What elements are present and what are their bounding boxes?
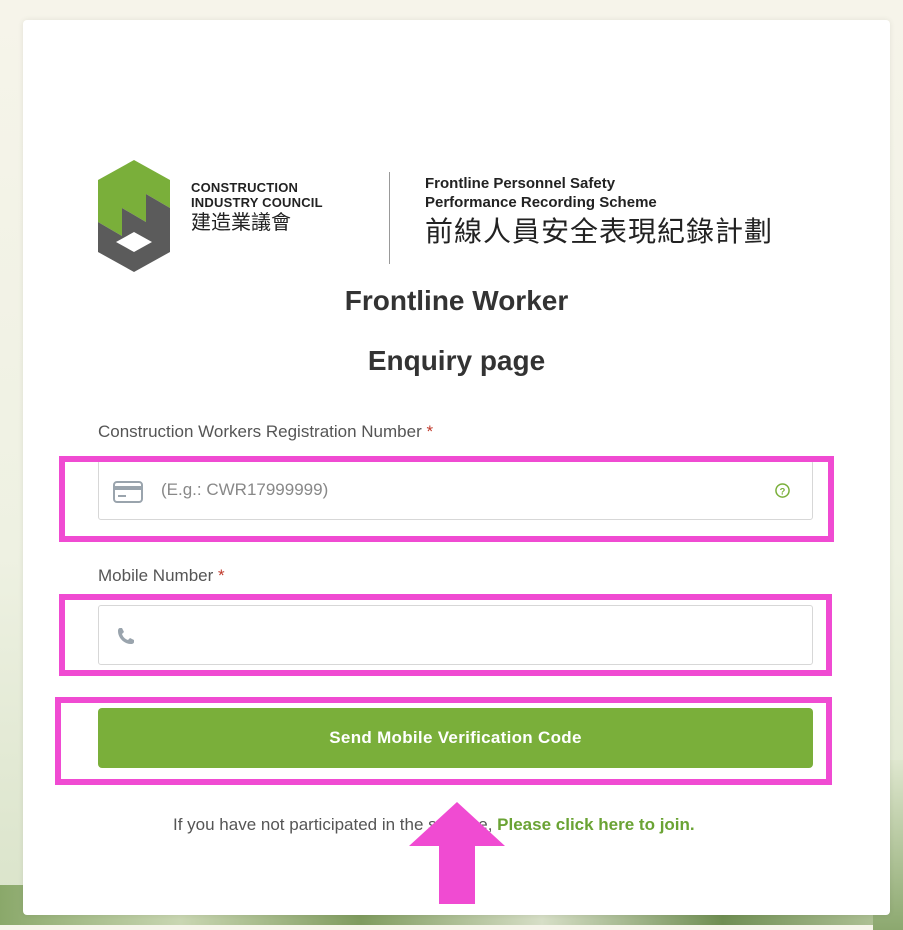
required-mark: * [218,566,225,585]
header-logo: CONSTRUCTION INDUSTRY COUNCIL 建造業議會 Fron… [98,160,798,272]
cic-logo-mark [98,160,170,272]
svg-text:?: ? [780,486,786,496]
help-circle-icon[interactable]: ? [775,483,790,498]
id-card-icon [113,481,143,503]
required-mark: * [426,422,434,441]
phone-icon [118,628,134,644]
registration-placeholder: (E.g.: CWR17999999) [161,480,329,499]
mobile-label: Mobile Number * [98,566,225,586]
mobile-number-input[interactable] [98,605,813,665]
scheme-name-en-line2: Performance Recording Scheme [425,194,657,211]
join-scheme-link[interactable]: Please click here to join. [497,815,694,834]
page-title: Frontline Worker [344,285,569,316]
mobile-label-text: Mobile Number [98,566,214,585]
registration-number-input[interactable]: (E.g.: CWR17999999) ? [98,460,813,520]
org-name-zh: 建造業議會 [191,212,291,234]
scheme-name-zh: 前線人員安全表現紀錄計劃 [425,216,774,247]
scheme-name-en-line1: Frontline Personnel Safety [425,175,616,192]
send-verification-code-button[interactable]: Send Mobile Verification Code [98,708,813,768]
org-name-en-line1: CONSTRUCTION [191,180,299,195]
logo-divider [389,172,390,264]
registration-label: Construction Workers Registration Number… [98,422,433,442]
scheme-name: Frontline Personnel Safety Performance R… [425,174,773,249]
registration-label-text: Construction Workers Registration Number [98,422,422,441]
org-name-en-line2: INDUSTRY COUNCIL [191,195,323,210]
annotation-arrow [409,802,505,904]
page-subtitle: Enquiry page [367,345,546,376]
org-name: CONSTRUCTION INDUSTRY COUNCIL 建造業議會 [191,180,323,235]
